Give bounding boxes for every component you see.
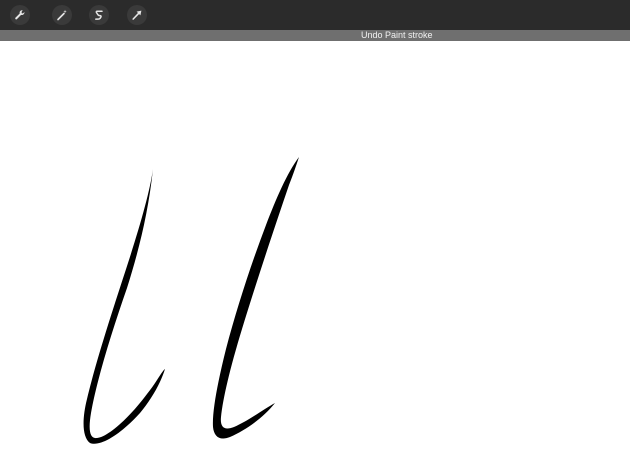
- paint-stroke-1: [83, 169, 165, 444]
- actions-button[interactable]: [10, 5, 30, 25]
- top-toolbar: [0, 0, 630, 30]
- undo-notification-text: Undo Paint stroke: [361, 30, 433, 40]
- drawing-canvas[interactable]: [0, 41, 630, 459]
- paint-stroke-2: [212, 157, 299, 439]
- transform-button[interactable]: [127, 5, 147, 25]
- arrow-cursor-icon: [132, 10, 142, 20]
- notification-bar: [0, 30, 630, 41]
- adjustments-button[interactable]: [52, 5, 72, 25]
- selection-s-icon: [95, 10, 103, 20]
- selection-button[interactable]: [89, 5, 109, 25]
- magic-wand-icon: [57, 9, 67, 21]
- wrench-icon: [15, 10, 25, 20]
- canvas-artwork: [83, 157, 299, 444]
